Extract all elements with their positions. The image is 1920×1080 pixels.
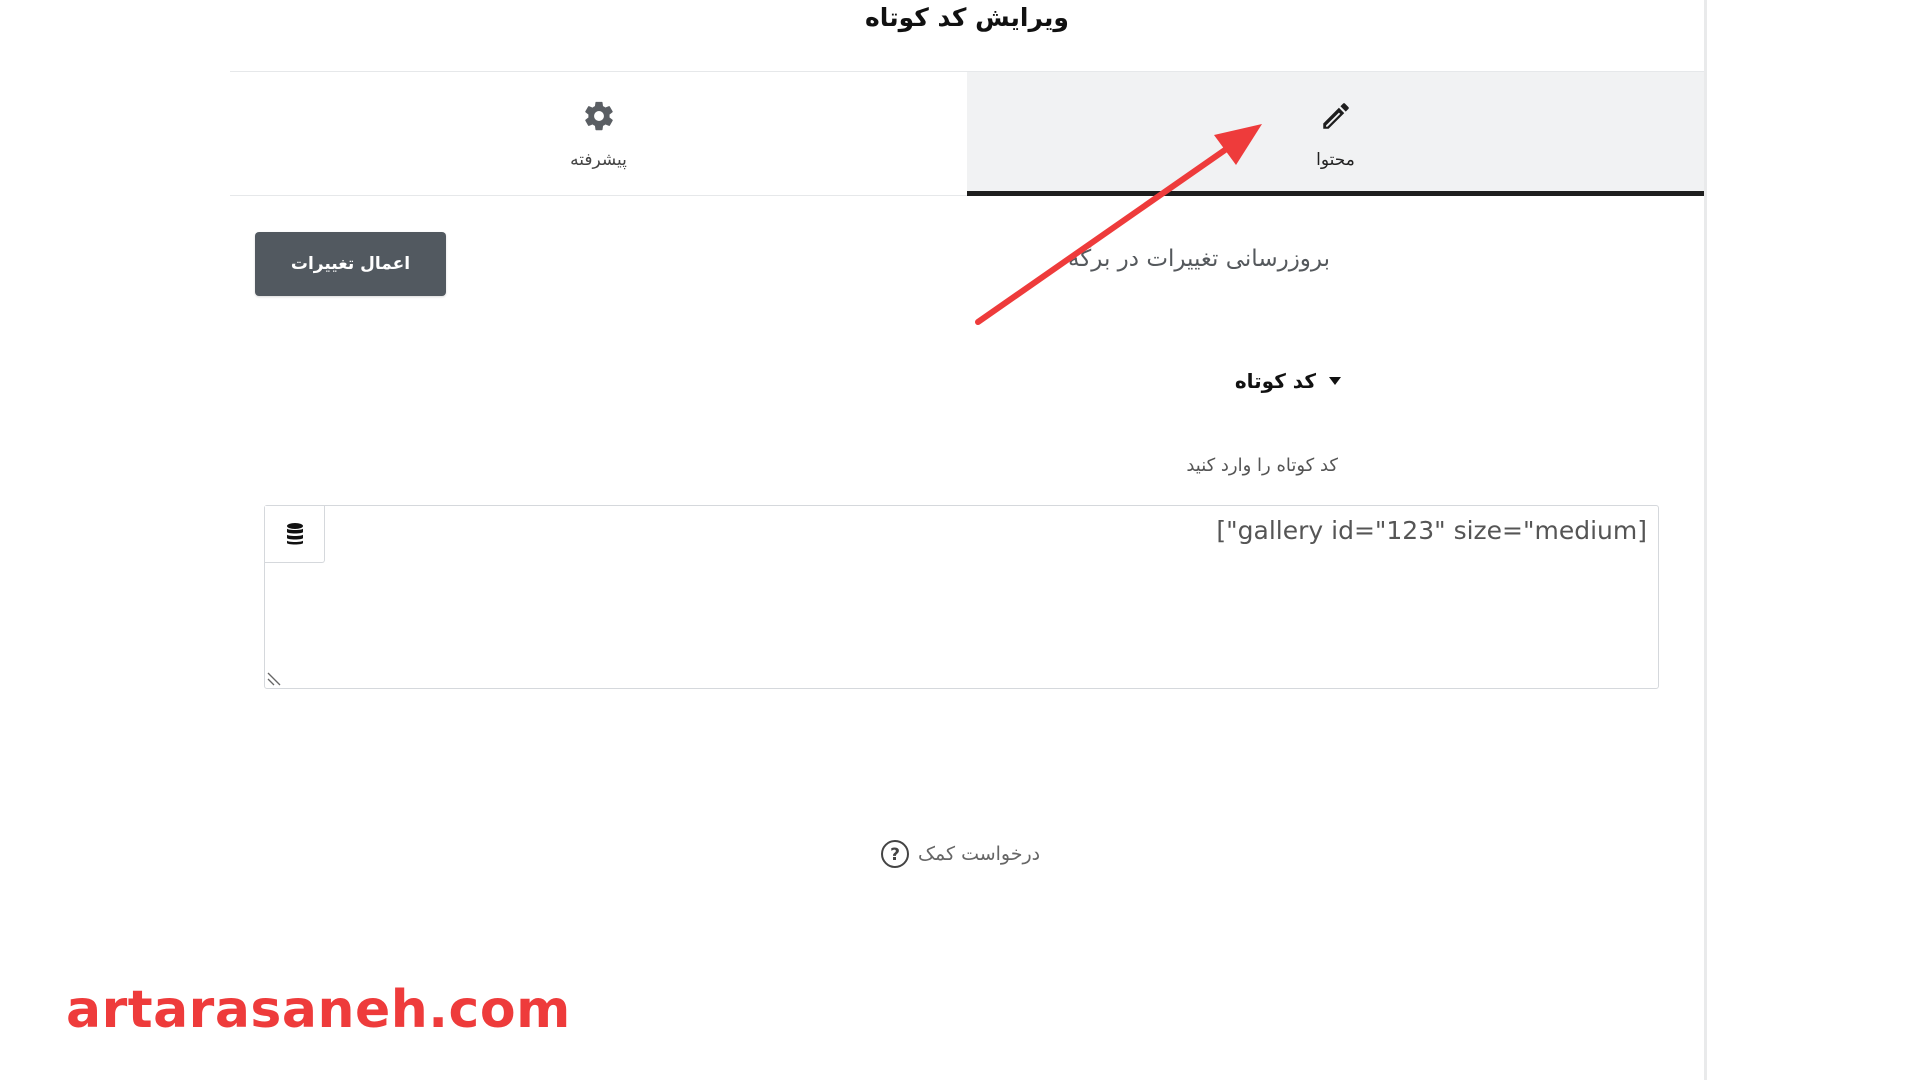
section-title: کد کوتاه: [1234, 369, 1316, 393]
svg-text:?: ?: [890, 845, 900, 865]
database-icon: [286, 523, 303, 545]
pencil-icon: [1322, 103, 1349, 129]
question-circle-icon: ?: [881, 840, 909, 868]
shortcode-editor: ["gallery id="123" size="medium]: [264, 505, 1659, 689]
resize-handle-icon[interactable]: [267, 670, 283, 686]
tab-content[interactable]: محتوا: [967, 72, 1704, 196]
editor-panel: ویرایش کد کوتاه پیشرفته محتوا بروزرسانی …: [0, 0, 1707, 1080]
shortcode-input[interactable]: ["gallery id="123" size="medium]: [325, 506, 1658, 688]
section-toggle-shortcode[interactable]: کد کوتاه: [1235, 366, 1342, 396]
watermark-text: artarasaneh.com: [66, 980, 571, 1040]
gear-icon: [584, 101, 613, 131]
caret-down-icon: [1329, 377, 1341, 385]
apply-changes-button[interactable]: اعمال تغییرات: [255, 232, 446, 296]
tab-advanced[interactable]: پیشرفته: [230, 72, 967, 196]
help-request-link[interactable]: درخواست کمک ?: [880, 838, 1040, 870]
tab-bar: پیشرفته محتوا: [230, 72, 1704, 196]
update-changes-label: بروزرسانی تغییرات در برگه: [1067, 246, 1330, 272]
tab-advanced-label: پیشرفته: [570, 150, 627, 170]
help-label: درخواست کمک: [918, 843, 1041, 865]
shortcode-field-label: کد کوتاه را وارد کنید: [1186, 455, 1338, 476]
panel-title: ویرایش کد کوتاه: [865, 3, 1069, 32]
tab-content-label: محتوا: [1316, 150, 1355, 170]
dynamic-tags-button[interactable]: [265, 506, 325, 563]
